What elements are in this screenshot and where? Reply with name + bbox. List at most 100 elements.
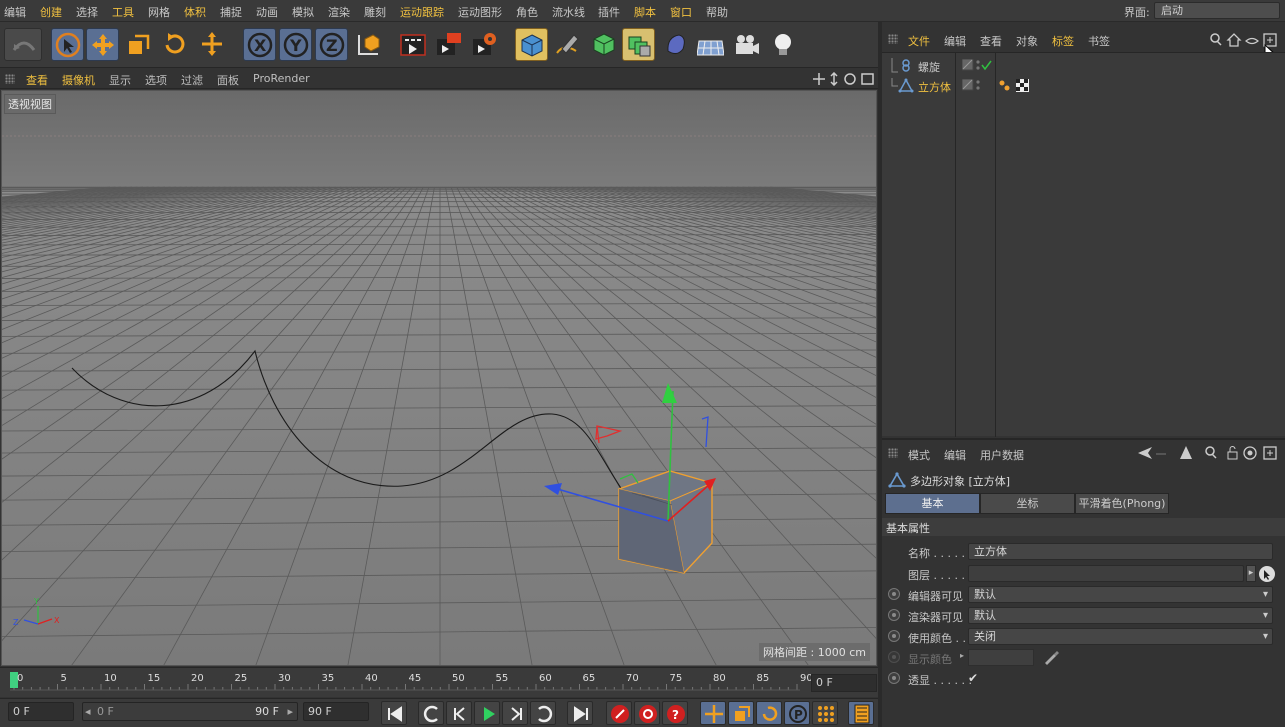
key-parameter-icon[interactable]: P (784, 701, 810, 725)
name-field[interactable]: 立方体 (968, 543, 1273, 560)
move-multi-icon[interactable] (196, 28, 229, 61)
menu-script[interactable]: 脚本 (634, 4, 656, 20)
visibility-toggles[interactable] (962, 59, 994, 73)
layout-select[interactable]: 启动 (1154, 2, 1280, 19)
subdivision-icon[interactable] (588, 28, 621, 61)
om-menu-tags[interactable]: 标签 (1052, 33, 1074, 49)
vp-menu-prorender[interactable]: ProRender (253, 72, 310, 85)
next-frame-icon[interactable] (502, 701, 528, 725)
om-menu-view[interactable]: 查看 (980, 33, 1002, 49)
menu-help[interactable]: 帮助 (706, 4, 728, 20)
editor-visible-radio[interactable] (888, 588, 900, 600)
y-axis-icon[interactable]: Y (279, 28, 312, 61)
vp-menu-view[interactable]: 查看 (26, 72, 48, 88)
key-scale-icon[interactable] (728, 701, 754, 725)
floor-icon[interactable] (694, 28, 727, 61)
om-menu-file[interactable]: 文件 (908, 33, 930, 49)
menu-create[interactable]: 创建 (40, 4, 62, 20)
deformer-icon[interactable] (660, 28, 693, 61)
xray-checkbox[interactable]: ✔ (968, 671, 978, 685)
end-frame-field[interactable]: 90 F (303, 702, 369, 721)
menu-volume[interactable]: 体积 (184, 4, 206, 20)
scene-canvas[interactable] (2, 91, 877, 666)
key-position-icon[interactable] (700, 701, 726, 725)
layer-arrow-button[interactable]: ▸ (1246, 565, 1256, 582)
key-pla-icon[interactable] (812, 701, 838, 725)
undo-icon[interactable] (4, 28, 42, 61)
timeline-ruler[interactable]: 0 5 10 15 20 25 30 35 40 45 50 55 60 65 70 75 80 85 90 (0, 667, 880, 697)
vp-menu-panel[interactable]: 面板 (217, 72, 239, 88)
menu-snap[interactable]: 捕捉 (220, 4, 242, 20)
object-name-cube[interactable]: 立方体 (918, 79, 951, 95)
play-icon[interactable] (474, 701, 500, 725)
perspective-viewport[interactable]: Y X Z 透视视图 网格间距 : 1000 cm (1, 90, 877, 666)
current-frame-field[interactable]: 0 F (811, 674, 877, 692)
menu-animate[interactable]: 动画 (256, 4, 278, 20)
key-rotation-icon[interactable] (756, 701, 782, 725)
menu-tools[interactable]: 工具 (112, 4, 134, 20)
pen-spline-icon[interactable] (551, 28, 584, 61)
menu-motion-tracking[interactable]: 运动跟踪 (400, 4, 444, 20)
object-row-cube[interactable]: 立方体 (882, 75, 1285, 95)
render-settings-icon[interactable] (468, 28, 501, 61)
menu-simulate[interactable]: 模拟 (292, 4, 314, 20)
record-keys-icon[interactable] (606, 701, 632, 725)
menu-plugins[interactable]: 插件 (598, 4, 620, 20)
keyframe-selection-icon[interactable]: ? (662, 701, 688, 725)
om-menu-edit[interactable]: 编辑 (944, 33, 966, 49)
x-axis-icon[interactable]: X (243, 28, 276, 61)
range-slider[interactable]: ◂ 0 F 90 F ▸ (82, 702, 298, 721)
use-color-select[interactable]: 关闭 (968, 628, 1273, 645)
am-menu-edit[interactable]: 编辑 (944, 447, 966, 463)
xray-radio[interactable] (888, 672, 900, 684)
visibility-toggles[interactable] (962, 79, 994, 93)
render-to-viewer-icon[interactable] (432, 28, 465, 61)
camera-icon[interactable] (730, 28, 763, 61)
use-color-radio[interactable] (888, 630, 900, 642)
vp-menu-display[interactable]: 显示 (109, 72, 131, 88)
tab-coordinates[interactable]: 坐标 (980, 493, 1075, 514)
viewport-nav-icons[interactable] (812, 72, 876, 86)
render-visible-select[interactable]: 默认 (968, 607, 1273, 624)
menu-mograph[interactable]: 运动图形 (458, 4, 502, 20)
object-tree[interactable]: 螺旋 立方体 (882, 52, 1285, 437)
vp-menu-filter[interactable]: 过滤 (181, 72, 203, 88)
object-row-helix[interactable]: 螺旋 (882, 55, 1285, 75)
light-icon[interactable] (767, 28, 800, 61)
z-axis-icon[interactable]: Z (315, 28, 348, 61)
menu-character[interactable]: 角色 (516, 4, 538, 20)
menu-select[interactable]: 选择 (76, 4, 98, 20)
layer-field[interactable] (968, 565, 1244, 582)
move-icon[interactable] (86, 28, 119, 61)
am-menu-mode[interactable]: 模式 (908, 447, 930, 463)
render-view-icon[interactable] (396, 28, 429, 61)
menu-window[interactable]: 窗口 (670, 4, 692, 20)
vp-menu-cameras[interactable]: 摄像机 (62, 72, 95, 88)
cube-object[interactable] (618, 470, 713, 574)
prev-frame-icon[interactable] (446, 701, 472, 725)
auto-key-icon[interactable] (634, 701, 660, 725)
go-to-end-icon[interactable] (567, 701, 593, 725)
menu-pipeline[interactable]: 流水线 (552, 4, 585, 20)
menu-sculpt[interactable]: 雕刻 (364, 4, 386, 20)
array-icon[interactable] (622, 28, 655, 61)
tab-phong[interactable]: 平滑着色(Phong) (1075, 493, 1169, 514)
rotate-icon[interactable] (159, 28, 192, 61)
menu-mesh[interactable]: 网格 (148, 4, 170, 20)
object-name-helix[interactable]: 螺旋 (918, 59, 940, 75)
select-live-icon[interactable] (51, 28, 84, 61)
render-visible-radio[interactable] (888, 609, 900, 621)
go-to-start-icon[interactable] (381, 701, 407, 725)
menu-edit[interactable]: 编辑 (4, 4, 26, 20)
menu-render[interactable]: 渲染 (328, 4, 350, 20)
tag-icons[interactable] (998, 78, 1032, 94)
range-end-arrow[interactable]: ▸ (287, 703, 293, 720)
om-menu-objects[interactable]: 对象 (1016, 33, 1038, 49)
am-toolbar-icons[interactable] (1136, 445, 1282, 461)
layer-pick-icon[interactable] (1258, 565, 1276, 583)
vp-menu-options[interactable]: 选项 (145, 72, 167, 88)
editor-visible-select[interactable]: 默认 (968, 586, 1273, 603)
start-frame-field[interactable]: 0 F (8, 702, 74, 721)
om-menu-bookmarks[interactable]: 书签 (1088, 33, 1110, 49)
tab-basic[interactable]: 基本 (885, 493, 980, 514)
